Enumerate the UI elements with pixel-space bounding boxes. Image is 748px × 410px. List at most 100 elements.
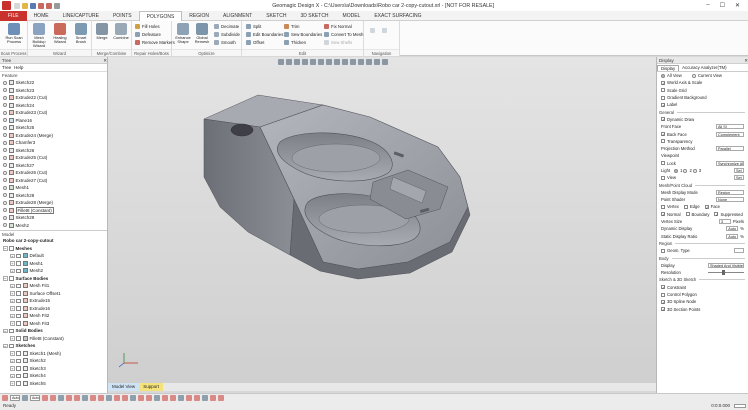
model-root[interactable]: Robo car 2-copy-cutout: [0, 237, 107, 245]
section-solid[interactable]: − Solid Bodies: [0, 327, 107, 335]
tool-icon-7[interactable]: [90, 395, 96, 401]
view-select[interactable]: Set: [734, 175, 744, 181]
feature-item[interactable]: Extrude25 (Cut): [0, 154, 107, 162]
tool-icon-8[interactable]: [98, 395, 104, 401]
visibility-icon[interactable]: [3, 110, 7, 115]
lock-checkbox[interactable]: [661, 161, 665, 166]
combine-button[interactable]: Combine: [111, 23, 131, 40]
expand-icon[interactable]: +: [10, 336, 15, 341]
fix-normal-button[interactable]: Fix Normal: [324, 23, 352, 30]
feature-item[interactable]: Sketch24: [0, 102, 107, 110]
expand-icon[interactable]: +: [10, 373, 15, 378]
light-3-radio[interactable]: [692, 168, 697, 173]
expand-icon[interactable]: +: [10, 261, 15, 266]
tool-icon-11[interactable]: [122, 395, 128, 401]
tab-home[interactable]: HOME: [27, 11, 56, 21]
run-scan-process-button[interactable]: Run Scan Process: [4, 23, 24, 44]
visibility-icon[interactable]: [3, 103, 7, 108]
feature-item[interactable]: Mesh1: [0, 184, 107, 192]
defeature-button[interactable]: Defeature: [135, 31, 161, 38]
gradient-background-checkbox[interactable]: [661, 95, 665, 100]
filter-icon[interactable]: [22, 395, 28, 401]
expand-icon[interactable]: +: [10, 313, 15, 318]
subdivide-button[interactable]: Subdivide: [214, 31, 240, 38]
feature-item[interactable]: Extrude28 (Merge): [0, 199, 107, 207]
tool-icon-17[interactable]: [170, 395, 176, 401]
face-checkbox[interactable]: [704, 204, 709, 209]
model-tree-item[interactable]: + Surface Offset1: [0, 290, 107, 298]
save-icon[interactable]: [30, 2, 36, 9]
scale-grid-checkbox[interactable]: [661, 88, 665, 93]
expand-icon[interactable]: +: [10, 268, 15, 273]
visibility-icon[interactable]: [3, 208, 7, 213]
model-tree-item[interactable]: + Mesh Fit3: [0, 320, 107, 328]
item-checkbox[interactable]: [16, 381, 21, 386]
tab-support[interactable]: Support: [139, 383, 163, 391]
collapse-icon[interactable]: −: [3, 276, 8, 281]
feature-item[interactable]: Sketch26: [0, 147, 107, 155]
smooth-button[interactable]: Smooth: [214, 39, 236, 46]
section-checkbox[interactable]: [9, 246, 14, 251]
3d-spline-node-checkbox[interactable]: [661, 299, 665, 304]
visibility-icon[interactable]: [3, 95, 7, 100]
tool-icon-20[interactable]: [194, 395, 200, 401]
item-checkbox[interactable]: [16, 373, 21, 378]
edge-checkbox[interactable]: [683, 204, 688, 209]
normal-checkbox[interactable]: [661, 212, 665, 217]
tool-icon-16[interactable]: [162, 395, 168, 401]
point-shader-select[interactable]: None: [716, 197, 744, 203]
select-mode-dropdown[interactable]: Auto: [10, 395, 20, 401]
feature-item[interactable]: Sketch27: [0, 162, 107, 170]
collapse-icon[interactable]: −: [3, 246, 8, 251]
feature-item[interactable]: Extrude24 (Merge): [0, 132, 107, 140]
visibility-icon[interactable]: [3, 148, 7, 153]
feature-item[interactable]: Fillet8 (Constant): [0, 206, 107, 215]
visibility-icon[interactable]: [3, 200, 7, 205]
item-checkbox[interactable]: [16, 261, 21, 266]
item-checkbox[interactable]: [16, 298, 21, 303]
section-meshes[interactable]: − Meshes: [0, 245, 107, 253]
feature-item[interactable]: Mesh2: [0, 222, 107, 230]
section-surface[interactable]: − Surface Bodies: [0, 275, 107, 283]
feature-item[interactable]: Extrude27 (Cut): [0, 177, 107, 185]
feature-item[interactable]: Sketch28: [0, 192, 107, 200]
tab-model[interactable]: MODEL: [336, 11, 368, 21]
decimate-button[interactable]: Decimate: [214, 23, 239, 30]
back-face-select[interactable]: Complement: [716, 131, 744, 137]
mesh-display-mode-select[interactable]: Region: [716, 189, 744, 195]
model-tree-item[interactable]: + Extrude15: [0, 297, 107, 305]
section-checkbox[interactable]: [9, 276, 14, 281]
item-checkbox[interactable]: [16, 268, 21, 273]
model-tree-item[interactable]: + Extrude16: [0, 305, 107, 313]
label-checkbox[interactable]: [661, 102, 665, 107]
nav-next-button[interactable]: [382, 27, 389, 34]
trim-button[interactable]: Trim: [284, 23, 299, 30]
current-view-radio[interactable]: [691, 73, 696, 78]
expand-icon[interactable]: +: [10, 306, 15, 311]
light-select[interactable]: Set: [734, 168, 744, 173]
body-display-select[interactable]: Shaded And Visible: [708, 262, 744, 268]
back-face-checkbox[interactable]: [661, 132, 665, 137]
fill-holes-button[interactable]: Fill Holes: [135, 23, 160, 30]
tool-icon-23[interactable]: [218, 395, 224, 401]
undo-icon[interactable]: [38, 2, 44, 9]
tab-sketch[interactable]: SKETCH: [259, 11, 293, 21]
feature-item[interactable]: Sketch23: [0, 87, 107, 95]
geom-type-select[interactable]: [734, 248, 744, 254]
tool-icon-18[interactable]: [178, 395, 184, 401]
suppressed-checkbox[interactable]: [714, 212, 719, 217]
expand-icon[interactable]: +: [10, 253, 15, 258]
tab-exact-surfacing[interactable]: EXACT SURFACING: [367, 11, 428, 21]
resolution-slider-thumb[interactable]: [722, 270, 725, 276]
tab-3d-sketch[interactable]: 3D SKETCH: [293, 11, 335, 21]
model-tree-item[interactable]: + Fillet8 (Constant): [0, 335, 107, 343]
3d-model[interactable]: [108, 57, 656, 383]
tab-alignment[interactable]: ALIGNMENT: [216, 11, 259, 21]
item-checkbox[interactable]: [16, 336, 21, 341]
panel-close-icon[interactable]: ✕: [744, 57, 748, 63]
tool-icon-9[interactable]: [106, 395, 112, 401]
tab-accuracy-analyzer[interactable]: Accuracy Analyzer(TM): [679, 65, 729, 70]
visibility-icon[interactable]: [3, 140, 7, 145]
light-2-radio[interactable]: [683, 168, 688, 173]
filter-mode-dropdown[interactable]: Auto: [30, 395, 40, 401]
